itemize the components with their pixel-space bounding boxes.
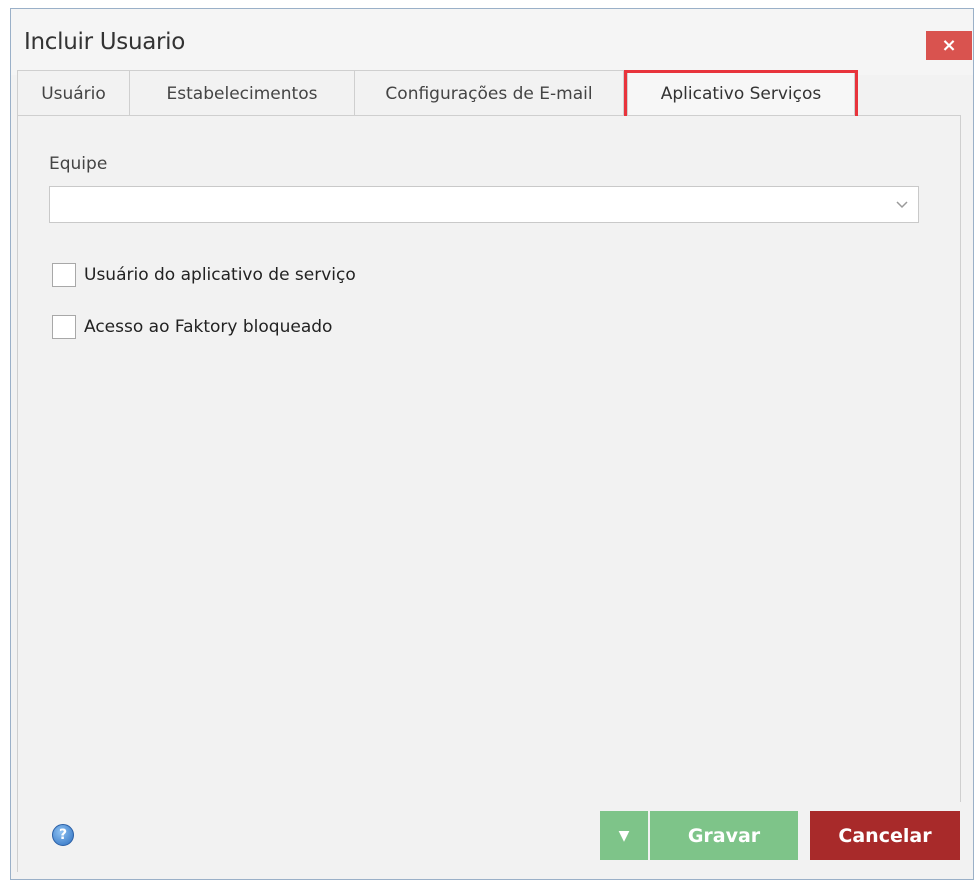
save-button-label: Gravar xyxy=(687,824,761,847)
faktory-blocked-label: Acesso ao Faktory bloqueado xyxy=(84,317,333,337)
tab-estabelecimentos[interactable]: Estabelecimentos xyxy=(129,70,355,116)
chevron-down-icon[interactable] xyxy=(884,187,918,222)
team-label: Equipe xyxy=(49,154,108,174)
save-button[interactable]: Gravar xyxy=(650,811,798,860)
caret-down-icon: ▼ xyxy=(618,827,630,844)
tab-usuario[interactable]: Usuário xyxy=(17,70,130,116)
title-bar: Incluir Usuario × xyxy=(11,9,973,75)
close-icon: × xyxy=(941,35,957,56)
tab-label: Configurações de E-mail xyxy=(385,83,593,104)
faktory-blocked-checkbox[interactable] xyxy=(52,315,76,339)
cancel-button-label: Cancelar xyxy=(838,824,932,847)
tab-label: Usuário xyxy=(41,83,106,104)
cancel-button[interactable]: Cancelar xyxy=(810,811,960,860)
close-button[interactable]: × xyxy=(926,31,972,60)
tab-bar: Usuário Estabelecimentos Configurações d… xyxy=(17,70,961,116)
service-app-user-checkbox[interactable] xyxy=(52,263,76,287)
tab-label: Aplicativo Serviços xyxy=(660,83,822,104)
dialog-title: Incluir Usuario xyxy=(24,29,186,55)
help-icon[interactable]: ? xyxy=(52,824,74,846)
faktory-blocked-option[interactable]: Acesso ao Faktory bloqueado xyxy=(52,314,332,340)
tab-label: Estabelecimentos xyxy=(166,83,318,104)
help-glyph: ? xyxy=(58,827,68,843)
service-app-user-label: Usuário do aplicativo de serviço xyxy=(84,265,356,285)
tab-configuracoes-email[interactable]: Configurações de E-mail xyxy=(354,70,624,116)
tab-aplicativo-servicos[interactable]: Aplicativo Serviços xyxy=(627,70,855,116)
save-options-dropdown-button[interactable]: ▼ xyxy=(600,811,648,860)
service-app-user-option[interactable]: Usuário do aplicativo de serviço xyxy=(52,262,356,288)
team-select[interactable] xyxy=(49,186,919,223)
